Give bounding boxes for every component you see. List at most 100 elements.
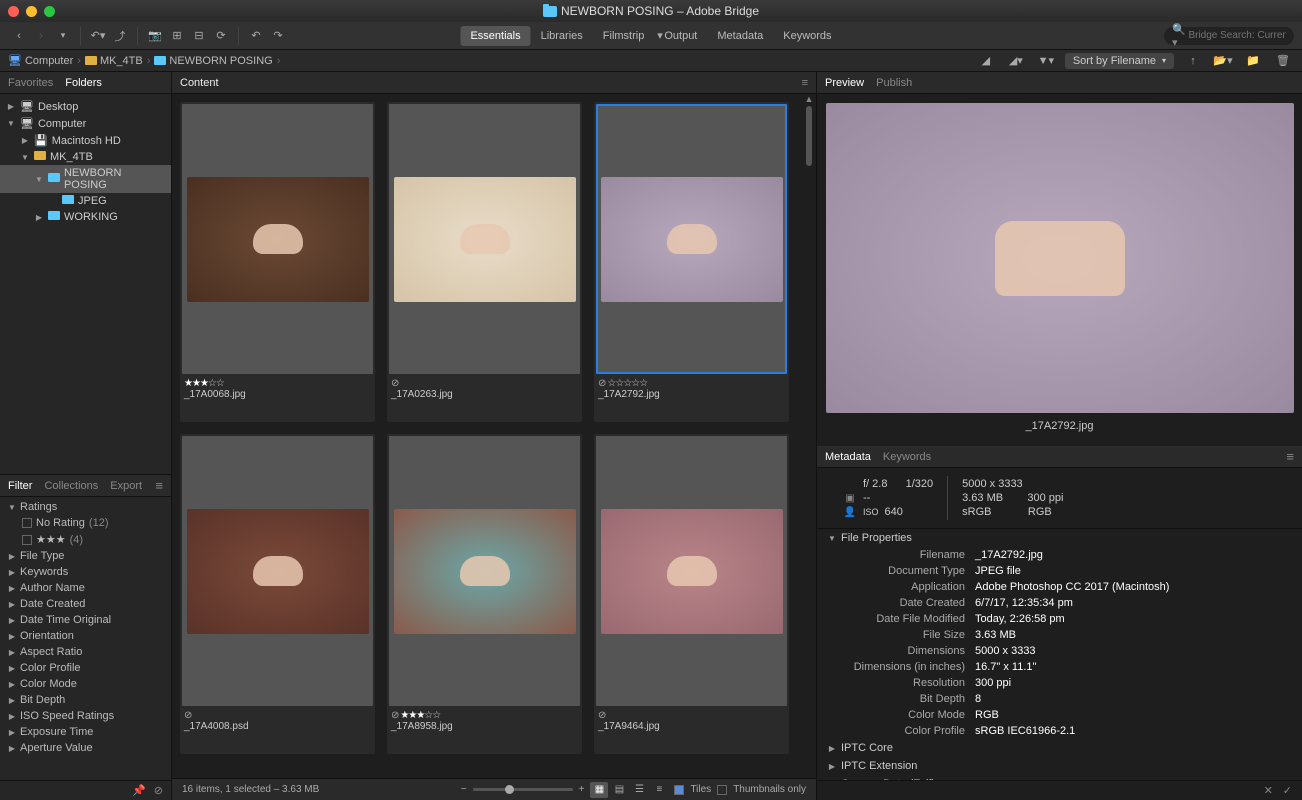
tree-item[interactable]: ▶WORKING (0, 209, 171, 225)
metadata-group[interactable]: ▶IPTC Extension (817, 757, 1302, 775)
search-input[interactable] (1188, 30, 1286, 41)
rating-stars[interactable]: ⊘☆☆☆☆☆ (598, 378, 785, 389)
content-scrollbar[interactable]: ▲ (802, 94, 816, 778)
trash-icon[interactable]: 🗑 (1272, 51, 1294, 71)
workspace-tab-output[interactable]: Output (654, 26, 707, 46)
zoom-in-icon[interactable]: + (579, 784, 585, 795)
tree-item[interactable]: ▼MK_4TB (0, 149, 171, 165)
workspace-tab-filmstrip[interactable]: Filmstrip (593, 26, 655, 46)
checkbox[interactable] (22, 518, 32, 528)
open-in-app-icon[interactable]: 📂▾ (1212, 51, 1234, 71)
rotate-cw-icon[interactable]: ↷ (267, 26, 289, 46)
tree-item[interactable]: ▶🖥Desktop (0, 98, 171, 115)
checkbox[interactable] (22, 535, 32, 545)
tab-favorites[interactable]: Favorites (8, 77, 53, 89)
tab-metadata[interactable]: Metadata (825, 451, 871, 463)
thumbnail-item[interactable]: ⊘_17A0263.jpg (387, 102, 582, 422)
reveal-button[interactable]: ⤴ (109, 26, 131, 46)
rotate-ccw-icon[interactable]: ↶ (245, 26, 267, 46)
filter-option[interactable]: ★★★ (4) (0, 531, 171, 548)
tree-item[interactable]: ▼🖥Computer (0, 115, 171, 132)
thumbnail-size-slider[interactable] (473, 788, 573, 791)
zoom-out-icon[interactable]: − (461, 784, 467, 795)
workspace-tab-essentials[interactable]: Essentials (460, 26, 530, 46)
filter-group[interactable]: ▶Color Mode (0, 676, 171, 692)
boost-icon[interactable]: ◢ (975, 51, 997, 71)
filter-star-icon[interactable]: ▼▾ (1035, 51, 1057, 71)
filter-group[interactable]: ▶Author Name (0, 580, 171, 596)
tab-export[interactable]: Export (110, 480, 142, 492)
content-menu-icon[interactable]: ≡ (802, 77, 808, 89)
rating-stars[interactable]: ★★★☆☆ (184, 378, 371, 389)
filter-option[interactable]: No Rating (12) (0, 515, 171, 531)
tiles-checkbox[interactable] (674, 785, 684, 795)
review-icon[interactable]: ◢▾ (1005, 51, 1027, 71)
new-folder-icon[interactable]: 📁 (1242, 51, 1264, 71)
thumbnail-item[interactable]: ⊘★★★☆☆_17A8958.jpg (387, 434, 582, 754)
thumbnail-image[interactable] (389, 104, 580, 374)
metadata-menu-icon[interactable]: ≡ (1286, 449, 1294, 464)
tab-filter[interactable]: Filter (8, 480, 32, 492)
filter-group[interactable]: ▶Aperture Value (0, 740, 171, 756)
thumbnail-item[interactable]: ⊘_17A4008.psd (180, 434, 375, 754)
tab-folders[interactable]: Folders (65, 77, 102, 89)
filter-group[interactable]: ▶Keywords (0, 564, 171, 580)
sort-dropdown[interactable]: Sort by Filename ▾ (1065, 53, 1174, 69)
sort-asc-icon[interactable]: ↑ (1182, 51, 1204, 71)
tree-item[interactable]: ▼NEWBORN POSING (0, 165, 171, 193)
tab-publish[interactable]: Publish (876, 77, 912, 89)
forward-button[interactable]: › (30, 26, 52, 46)
thumbnails-view-button[interactable]: ▦ (590, 782, 608, 798)
tab-keywords[interactable]: Keywords (883, 451, 931, 463)
list-view-button[interactable]: ≡ (650, 782, 668, 798)
get-photos-icon[interactable]: 📷 (144, 26, 166, 46)
metadata-group[interactable]: ▶IPTC Core (817, 739, 1302, 757)
rating-stars[interactable]: ⊘★★★☆☆ (391, 710, 578, 721)
filter-group[interactable]: ▶Date Created (0, 596, 171, 612)
filter-group[interactable]: ▶Date Time Original (0, 612, 171, 628)
filter-group[interactable]: ▶File Type (0, 548, 171, 564)
thumbnail-item[interactable]: ⊘☆☆☆☆☆_17A2792.jpg (594, 102, 789, 422)
thumbnail-item[interactable]: ⊘_17A9464.jpg (594, 434, 789, 754)
recent-button[interactable]: ↶▾ (87, 26, 109, 46)
tree-item[interactable]: JPEG (0, 193, 171, 209)
filter-group[interactable]: ▶Exposure Time (0, 724, 171, 740)
panel-menu-icon[interactable]: ≡ (155, 478, 163, 493)
search-box[interactable]: 🔍▾ (1164, 27, 1294, 45)
batch-rename-icon[interactable]: ⊞ (166, 26, 188, 46)
details-view-button[interactable]: ☰ (630, 782, 648, 798)
workspace-tab-metadata[interactable]: Metadata (707, 26, 773, 46)
tree-item[interactable]: ▶💾Macintosh HD (0, 132, 171, 149)
thumbnail-item[interactable]: ★★★☆☆_17A0068.jpg (180, 102, 375, 422)
rating-stars[interactable]: ⊘ (391, 378, 578, 389)
metadata-apply-icon[interactable]: ✓ (1283, 784, 1292, 797)
clear-filter-icon[interactable]: ⊘ (154, 784, 163, 797)
thumbnail-image[interactable] (596, 436, 787, 706)
preview-image[interactable] (825, 102, 1294, 414)
grid-lock-view-button[interactable]: ▤ (610, 782, 628, 798)
thumbnail-image[interactable] (389, 436, 580, 706)
thumbnail-image[interactable] (182, 436, 373, 706)
open-recent-icon[interactable]: ⊟ (188, 26, 210, 46)
thumbnail-image[interactable] (596, 104, 787, 374)
filter-group[interactable]: ▼Ratings (0, 499, 171, 515)
thumbnail-image[interactable] (182, 104, 373, 374)
rating-stars[interactable]: ⊘ (598, 710, 785, 721)
filter-group[interactable]: ▶Orientation (0, 628, 171, 644)
group-file-properties[interactable]: ▼ File Properties (817, 529, 1302, 547)
rating-stars[interactable]: ⊘ (184, 710, 371, 721)
path-dropdown[interactable]: ▾ (52, 26, 74, 46)
refresh-icon[interactable]: ⟳ (210, 26, 232, 46)
workspace-tab-libraries[interactable]: Libraries (531, 26, 593, 46)
crumb-drive[interactable]: MK_4TB (85, 55, 143, 67)
workspace-tab-keywords[interactable]: Keywords (773, 26, 841, 46)
tab-collections[interactable]: Collections (44, 480, 98, 492)
filter-group[interactable]: ▶Bit Depth (0, 692, 171, 708)
filter-group[interactable]: ▶Aspect Ratio (0, 644, 171, 660)
back-button[interactable]: ‹ (8, 26, 30, 46)
tab-preview[interactable]: Preview (825, 77, 864, 89)
crumb-folder[interactable]: NEWBORN POSING (154, 55, 272, 67)
filter-group[interactable]: ▶Color Profile (0, 660, 171, 676)
filter-group[interactable]: ▶ISO Speed Ratings (0, 708, 171, 724)
metadata-cancel-icon[interactable]: ✕ (1264, 784, 1273, 797)
